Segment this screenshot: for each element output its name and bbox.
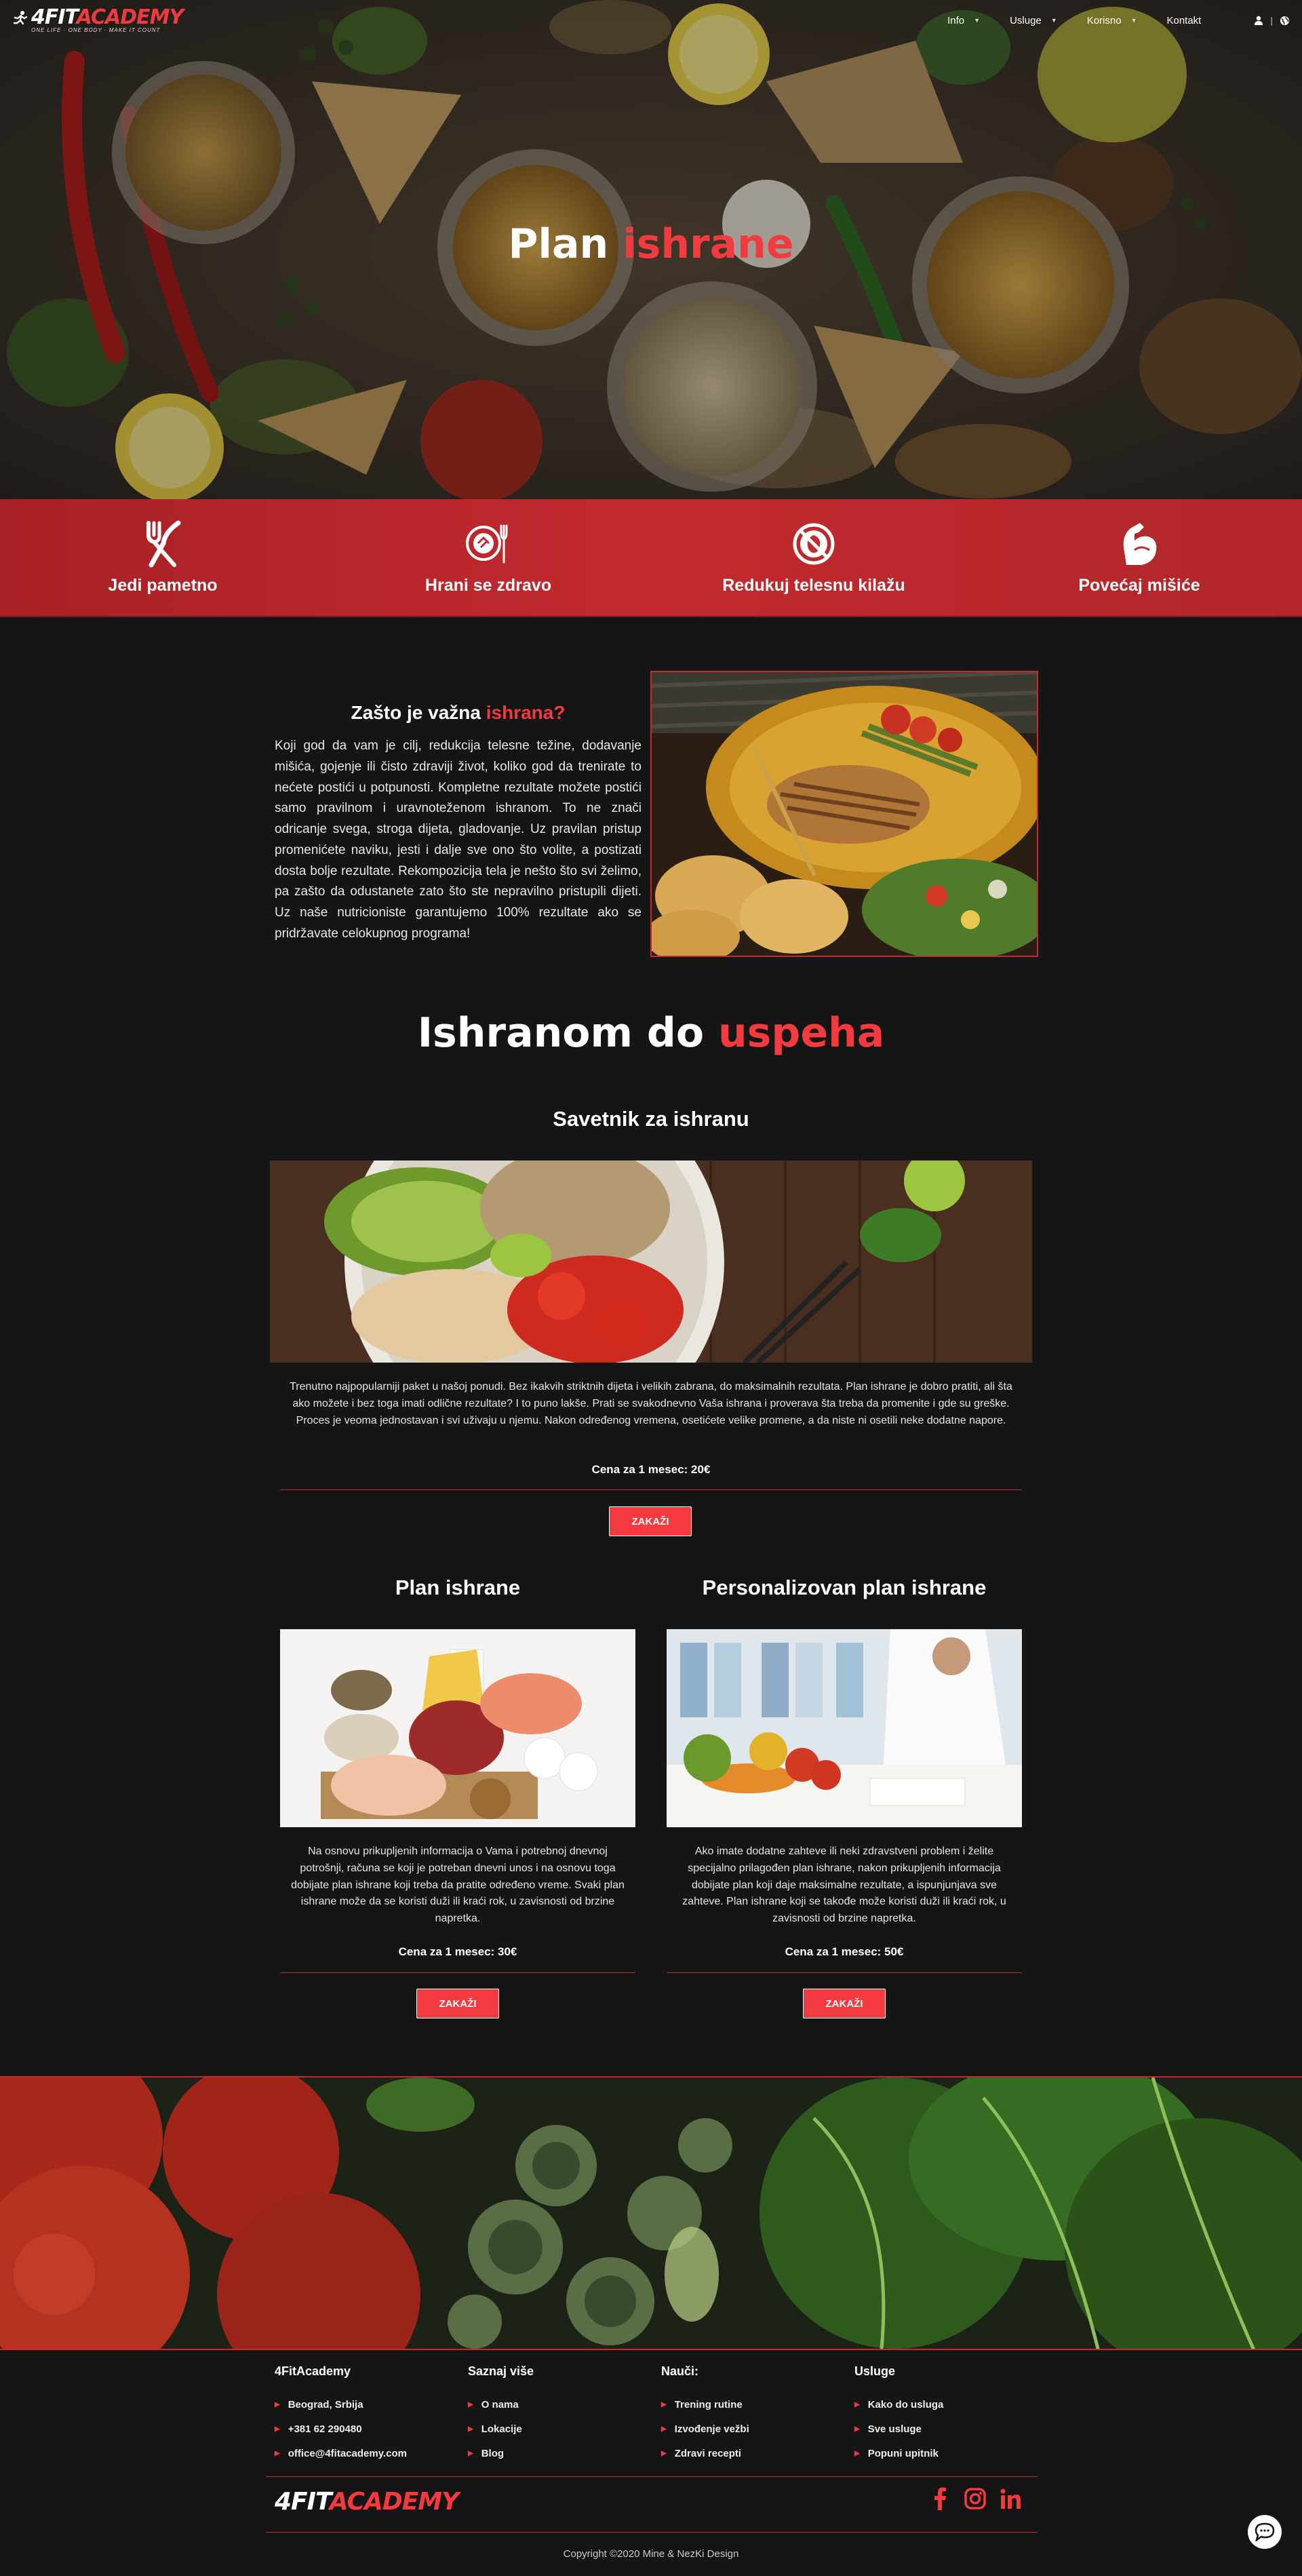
personal-card-description: Ako imate dodatne zahteve ili neki zdrav… [682,1846,1006,1925]
muscle-arm-icon [1123,522,1157,565]
footer-link[interactable]: ▶ Blog [468,2448,644,2459]
footer-column-title: 4FitAcademy [275,2364,351,2378]
feature-eat-smart: Jedi pametno [34,520,292,596]
no-fat-icon [793,523,835,564]
salad-bowl-image [270,1160,1032,1363]
nutritionist-image [667,1629,1022,1827]
chat-button[interactable] [1248,2515,1282,2549]
arrow-right-icon: ▶ [468,2401,473,2408]
advisor-card-description: Trenutno najpopularniji paket u našoj po… [290,1381,1012,1426]
footer-link[interactable]: ▶ Lokacije [468,2423,644,2435]
menu-item-korisno[interactable]: Korisno ▼ [1072,15,1152,26]
arrow-right-icon: ▶ [661,2450,667,2457]
feature-label: Redukuj telesnu kilažu [722,575,905,595]
why-nutrition-section: Zašto je važna ishrana? Koji god da vam … [275,702,642,945]
plan-card-divider [280,1972,635,1973]
arrow-right-icon: ▶ [854,2425,860,2433]
footer-column-services: Usluge ▶ Kako do usluga ▶ Sve usluge ▶ Popu… [854,2364,1031,2472]
footer-address: ▶ Beograd, Srbija [275,2399,363,2411]
plan-card-price: Cena za 1 mesec: 30€ [398,1945,517,1958]
footer-link[interactable]: ▶ Zdravi recepti [661,2448,837,2459]
feature-eat-healthy: Hrani se zdravo [359,520,617,596]
logo-tagline: ONE LIFE · ONE BODY · MAKE IT COUNT [31,27,161,33]
footer-link[interactable]: ▶ Kako do usluga [854,2399,1031,2411]
arrow-right-icon: ▶ [854,2401,860,2408]
caret-down-icon: ▼ [974,17,981,24]
success-title: Ishranom do uspeha [417,1009,885,1057]
arrow-right-icon: ▶ [661,2401,667,2408]
feature-label: Hrani se zdravo [425,575,552,595]
hero-banner: Plan ishrane [0,0,1302,499]
footer-link[interactable]: ▶ Popuni upitnik [854,2448,1031,2459]
arrow-right-icon: ▶ [275,2425,280,2433]
feature-reduce-weight: Redukuj telesnu kilažu [685,520,943,596]
footer-email[interactable]: ▶ office@4fitacademy.com [275,2448,451,2459]
instagram-icon[interactable] [964,2487,986,2510]
vegetables-banner [0,2076,1302,2350]
arrow-right-icon: ▶ [468,2450,473,2457]
footer-column-company: 4FitAcademy ▶ Beograd, Srbija ▶ +381 62 29… [275,2364,451,2472]
footer-logo[interactable]: 4FITACADEMY [275,2488,459,2516]
footer-link[interactable]: ▶ Sve usluge [854,2423,1031,2435]
menu-separator: | [1270,15,1273,26]
facebook-icon[interactable] [929,2487,951,2510]
footer-divider-top [266,2476,1038,2477]
hero-title-white: Plan [508,220,609,268]
hero-title: Plan ishrane [0,220,1302,268]
personal-card-divider [667,1972,1022,1973]
linkedin-icon[interactable] [1000,2487,1021,2510]
menu-item-info[interactable]: Info ▼ [932,15,995,26]
protein-foods-image [280,1629,635,1827]
feature-build-muscle: Povećaj mišiće [1010,520,1268,596]
main-menu: Info ▼ Usluge ▼ Korisno ▼ Kontakt | [932,15,1290,26]
menu-item-usluge[interactable]: Usluge ▼ [995,15,1072,26]
caret-down-icon: ▼ [1050,17,1057,24]
footer-column-title: Nauči: [661,2364,699,2378]
footer-link[interactable]: ▶ Izvođenje vežbi [661,2423,837,2435]
fork-knife-icon [146,520,181,567]
footer-column-learn-more: Saznaj više ▶ O nama ▶ Lokacije ▶ Blog [468,2364,644,2472]
personal-card-title: Personalizovan plan ishrane [702,1576,987,1599]
footer-link[interactable]: ▶ O nama [468,2399,644,2411]
plan-card-description: Na osnovu prikupljenih informacija o Vam… [291,1846,625,1925]
arrow-right-icon: ▶ [854,2450,860,2457]
copyright-text: Copyright ©2020 Mine & NezKi Design [563,2548,739,2560]
hero-title-red: ishrane [623,220,794,268]
advisor-card-divider [280,1489,1022,1490]
why-nutrition-title: Zašto je važna ishrana? [351,702,566,723]
why-nutrition-text: Koji god da vam je cilj, redukcija teles… [275,739,642,941]
arrow-right-icon: ▶ [275,2450,280,2457]
chat-bubble-icon [1255,2522,1275,2541]
advisor-card-title: Savetnik za ishranu [553,1107,749,1131]
footer-column-learn: Nauči: ▶ Trening rutine ▶ Izvođenje vežbi … [661,2364,837,2472]
footer-link[interactable]: ▶ Trening rutine [661,2399,837,2411]
plan-order-button[interactable]: ZAKAŽI [416,1989,499,2018]
feature-bar: Jedi pametno Hrani se zdravo Redukuj tel… [0,499,1302,617]
footer-column-title: Saznaj više [468,2364,534,2378]
advisor-card-price: Cena za 1 mesec: 20€ [591,1463,711,1476]
feature-label: Povećaj mišiće [1078,575,1200,595]
arrow-right-icon: ▶ [468,2425,473,2433]
personal-order-button[interactable]: ZAKAŽI [803,1989,886,2018]
arrow-right-icon: ▶ [275,2401,280,2408]
arrow-right-icon: ▶ [661,2425,667,2433]
feature-label: Jedi pametno [108,575,218,595]
globe-icon[interactable] [1280,16,1290,26]
plan-card-title: Plan ishrane [395,1576,521,1599]
menu-item-kontakt[interactable]: Kontakt [1151,15,1216,26]
footer-phone[interactable]: ▶ +381 62 290480 [275,2423,451,2435]
footer-column-title: Usluge [854,2364,896,2378]
runner-icon [13,10,28,24]
caret-down-icon: ▼ [1130,17,1137,24]
grilled-chicken-image [650,671,1038,957]
personal-card-price: Cena za 1 mesec: 50€ [785,1945,904,1958]
advisor-order-button[interactable]: ZAKAŽI [609,1506,692,1536]
user-icon[interactable] [1254,16,1263,25]
footer-divider-bottom [266,2532,1038,2533]
top-navbar: 4FITACADEMY ONE LIFE · ONE BODY · MAKE I… [0,0,1302,41]
site-logo[interactable]: 4FITACADEMY ONE LIFE · ONE BODY · MAKE I… [12,7,184,33]
social-links [929,2487,1021,2510]
plate-cutlery-icon [466,524,508,563]
